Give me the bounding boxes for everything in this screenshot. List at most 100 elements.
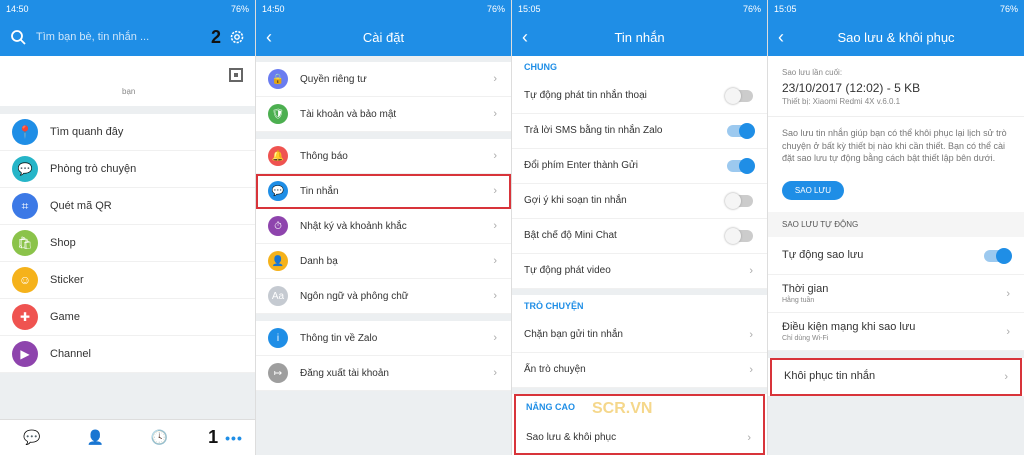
more-menu-item[interactable]: 🛍 Shop (0, 225, 255, 262)
status-bar: 14:50 76% (0, 0, 255, 18)
divider (256, 132, 511, 139)
settings-item[interactable]: i Thông tin về Zalo › (256, 321, 511, 356)
toggle-switch[interactable] (727, 157, 755, 174)
settings-item-label: Quyền riêng tư (300, 73, 367, 85)
chevron-right-icon: › (493, 73, 497, 85)
tro-chuyen-list: Chặn bạn gửi tin nhắn › Ẩn trò chuyện › (512, 318, 767, 388)
settings-item[interactable]: 💬 Tin nhắn › (256, 174, 511, 209)
menu-item-label: Shop (50, 237, 76, 249)
more-menu-item[interactable]: ▶ Channel (0, 336, 255, 373)
toggle-switch[interactable] (727, 122, 755, 139)
more-menu-item[interactable]: ☺ Sticker (0, 262, 255, 299)
settings-item-label: Danh bạ (300, 255, 338, 267)
search-icon[interactable] (10, 29, 26, 45)
app-bar: ‹ Cài đặt (256, 18, 511, 56)
message-setting-item[interactable]: Bật chế độ Mini Chat (512, 219, 767, 254)
chevron-right-icon: › (747, 431, 751, 444)
chat-setting-item[interactable]: Chặn bạn gửi tin nhắn › (512, 318, 767, 353)
chevron-right-icon: › (493, 220, 497, 232)
settings-item[interactable]: ↦ Đăng xuất tài khoản › (256, 356, 511, 391)
menu-item-label: Quét mã QR (50, 200, 112, 212)
settings-item[interactable]: 🔔 Thông báo › (256, 139, 511, 174)
time-row[interactable]: Thời gian Hằng tuần › (768, 275, 1024, 313)
settings-item-label: Tin nhắn (300, 185, 339, 197)
menu-item-icon: ▶ (12, 341, 38, 367)
message-setting-label: Đổi phím Enter thành Gửi (524, 160, 638, 172)
page-title: Tin nhắn (614, 29, 665, 45)
contacts-icon[interactable]: 👤 (81, 429, 111, 446)
qr-icon[interactable] (229, 68, 243, 82)
status-time: 14:50 (6, 4, 29, 14)
device-info: Thiết bị: Xiaomi Redmi 4X v.6.0.1 (782, 97, 901, 106)
chat-setting-label: Chặn bạn gửi tin nhắn (524, 329, 623, 341)
page-title: Cài đặt (362, 29, 405, 45)
more-menu-item[interactable]: ⌗ Quét mã QR (0, 188, 255, 225)
message-setting-label: Bật chế độ Mini Chat (524, 230, 617, 242)
menu-item-icon: ☺ (12, 267, 38, 293)
divider (256, 314, 511, 321)
backup-restore-item[interactable]: Sao lưu & khôi phục › (514, 420, 765, 455)
menu-item-label: Tìm quanh đây (50, 126, 124, 138)
settings-item[interactable]: 🔒 Quyền riêng tư › (256, 62, 511, 97)
toggle-switch[interactable] (725, 227, 753, 244)
settings-item[interactable]: 👤 Danh bạ › (256, 244, 511, 279)
settings-item[interactable]: 🛡 Tài khoản và bảo mật › (256, 97, 511, 132)
chevron-right-icon: › (493, 332, 497, 344)
battery-text: 76% (999, 4, 1018, 14)
chat-setting-item[interactable]: Ẩn trò chuyện › (512, 353, 767, 388)
back-icon[interactable]: ‹ (522, 18, 542, 56)
empty-area (0, 373, 255, 419)
settings-item[interactable]: ⏱ Nhật ký và khoảnh khắc › (256, 209, 511, 244)
menu-item-label: Channel (50, 348, 91, 360)
message-setting-item[interactable]: Trả lời SMS bằng tin nhắn Zalo (512, 114, 767, 149)
settings-item-icon: ⏱ (268, 216, 288, 236)
settings-list: 🔒 Quyền riêng tư › 🛡 Tài khoản và bảo mật › 🔔 T… (256, 62, 511, 391)
toggle-switch[interactable] (725, 87, 753, 104)
battery-text: 76% (230, 4, 249, 14)
gear-icon[interactable] (229, 29, 245, 45)
chevron-right-icon: › (493, 185, 497, 197)
messages-icon[interactable]: 💬 (17, 429, 47, 446)
back-icon[interactable]: ‹ (778, 18, 798, 56)
search-bar[interactable]: Tìm bạn bè, tin nhắn ... 2 (0, 18, 255, 56)
network-row[interactable]: Điều kiện mạng khi sao lưu Chỉ dùng Wi-F… (768, 313, 1024, 351)
more-menu-item[interactable]: ✚ Game (0, 299, 255, 336)
backup-button[interactable]: SAO LƯU (782, 180, 844, 200)
auto-backup-row[interactable]: Tự động sao lưu (768, 237, 1024, 275)
more-menu-item[interactable]: 📍 Tìm quanh đây (0, 114, 255, 151)
divider (768, 350, 1024, 358)
toggle-switch[interactable] (725, 192, 753, 209)
battery-text: 76% (486, 4, 505, 14)
message-setting-label: Gợi ý khi soạn tin nhắn (524, 195, 627, 207)
app-bar: ‹ Tin nhắn (512, 18, 767, 56)
more-icon[interactable]: 1 ••• (208, 427, 242, 448)
menu-item-icon: ⌗ (12, 193, 38, 219)
settings-item[interactable]: Aa Ngôn ngữ và phông chữ › (256, 279, 511, 314)
chat-setting-label: Ẩn trò chuyện (524, 364, 586, 376)
settings-item-label: Thông báo (300, 150, 348, 162)
status-time: 15:05 (774, 4, 797, 14)
settings-item-icon: ↦ (268, 363, 288, 383)
empty-area (768, 395, 1024, 455)
message-setting-item[interactable]: Gợi ý khi soạn tin nhắn (512, 184, 767, 219)
settings-item-icon: 💬 (268, 181, 288, 201)
chevron-right-icon: › (749, 363, 753, 376)
chevron-right-icon: › (493, 108, 497, 120)
status-time: 15:05 (518, 4, 541, 14)
restore-messages-row[interactable]: Khôi phục tin nhắn › (770, 357, 1022, 396)
more-menu-item[interactable]: 💬 Phòng trò chuyện (0, 151, 255, 188)
clock-icon[interactable]: 🕓 (144, 429, 174, 446)
app-bar: ‹ Sao lưu & khôi phục (768, 18, 1024, 56)
search-input[interactable]: Tìm bạn bè, tin nhắn ... (36, 31, 211, 43)
more-menu-list: 📍 Tìm quanh đây 💬 Phòng trò chuyện ⌗ Quét mã … (0, 114, 255, 373)
back-icon[interactable]: ‹ (266, 18, 286, 56)
message-setting-item[interactable]: Tự động phát video › (512, 254, 767, 289)
auto-backup-toggle[interactable] (984, 247, 1012, 264)
profile-row[interactable]: bạn (0, 56, 255, 114)
chevron-right-icon: › (1006, 287, 1010, 300)
section-header-chung: CHUNG (524, 62, 557, 73)
message-setting-item[interactable]: Tự động phát tin nhắn thoại (512, 79, 767, 114)
message-setting-item[interactable]: Đổi phím Enter thành Gửi (512, 149, 767, 184)
menu-item-label: Sticker (50, 274, 84, 286)
restore-messages-label: Khôi phục tin nhắn (784, 370, 876, 383)
